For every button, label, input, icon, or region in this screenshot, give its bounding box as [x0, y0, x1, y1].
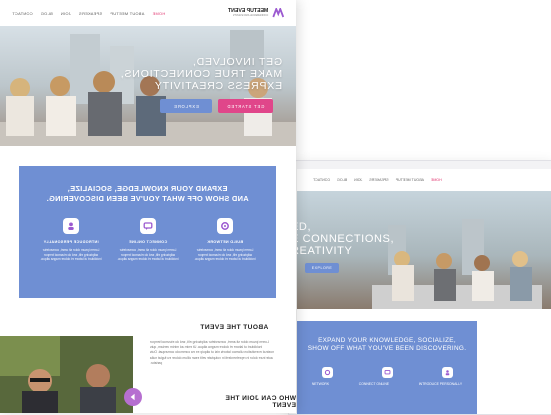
hero-title-line-3: EXPRESS CREATIVITY: [154, 80, 283, 92]
feature-title: CONNECT ONLINE: [128, 240, 168, 244]
nav-item-home[interactable]: HOME: [152, 11, 165, 16]
feature-connect-online: CONNECT ONLINE Lorem ipsum dolor sit ame…: [114, 218, 182, 262]
chat-icon: [381, 367, 393, 378]
laptop-nav-speakers[interactable]: SPEAKERS: [369, 178, 388, 182]
nav-item-about[interactable]: ABOUT MEETUP: [110, 11, 144, 16]
laptop-nav-join[interactable]: JOIN: [354, 178, 362, 182]
page-mockup: HOME ABOUT MEETUP SPEAKERS JOIN BLOG CON…: [0, 0, 296, 413]
hero-section: GET INVOLVED, MAKE TRUE CONNECTIONS, EXP…: [0, 26, 296, 146]
laptop-nav-contact[interactable]: CONTACT: [313, 178, 330, 182]
get-started-button[interactable]: GET STARTED: [218, 99, 273, 113]
hero-title-line-1: GET INVOLVED,: [192, 56, 283, 68]
features-title: EXPAND YOUR KNOWLEDGE, SOCIALIZE, AND SH…: [19, 184, 276, 203]
event-photo: [0, 336, 133, 413]
laptop-band-title: EXPAND YOUR KNOWLEDGE, SOCIALIZE, SHOW O…: [297, 337, 477, 353]
hero-title-line-2: MAKE TRUE CONNECTIONS,: [120, 68, 283, 80]
about-title: ABOUT THE EVENT: [200, 324, 269, 331]
feature-title: BUILD NETWORK: [206, 240, 244, 244]
laptop-band-labels: NETWORK CONNECT ONLINE INTRODUCE PERSONA…: [297, 382, 477, 386]
laptop-hero-title: ED, E CONNECTIONS, REATIVITY: [297, 221, 394, 257]
feature-build-network: BUILD NETWORK Lorem ipsum dolor sit amet…: [191, 218, 259, 262]
explore-button[interactable]: EXPLORE: [160, 99, 212, 113]
network-icon: [321, 367, 333, 378]
laptop-hero-line-3: REATIVITY: [297, 245, 353, 257]
laptop-hero-photo: [372, 219, 542, 309]
play-button[interactable]: [124, 388, 142, 406]
brand-logo[interactable]: MEETUP EVENT CONFERENCE AND EVENTS: [228, 8, 284, 18]
laptop-hero: ED, E CONNECTIONS, REATIVITY EXPLORE: [297, 191, 551, 309]
laptop-band-icons: [297, 367, 477, 378]
laptop-nav-about[interactable]: ABOUT MEETUP: [396, 178, 424, 182]
person-icon: [441, 367, 453, 378]
feature-desc: Lorem ipsum dolor sit amet, consectetur …: [117, 248, 179, 261]
features-title-line-1: EXPAND YOUR KNOWLEDGE, SOCIALIZE,: [67, 184, 228, 193]
laptop-hero-line-2: E CONNECTIONS,: [297, 233, 395, 245]
laptop-feature-label: NETWORK: [311, 382, 330, 386]
brand-tagline: CONFERENCE AND EVENTS: [232, 14, 268, 17]
laptop-feature-label: INTRODUCE PERSONALLY: [418, 382, 463, 386]
laptop-band-line-2: SHOW OFF WHAT YOU'VE BEEN DISCOVERING.: [307, 345, 467, 352]
laptop-nav-blog[interactable]: BLOG: [337, 178, 347, 182]
about-text: Lorem ipsum dolor sit amet, consectetur …: [149, 340, 274, 365]
feature-desc: Lorem ipsum dolor sit amet, consectetur …: [40, 248, 102, 261]
nav-item-contact[interactable]: CONTACT: [12, 11, 33, 16]
nav-item-blog[interactable]: BLOG: [41, 11, 53, 16]
nav-item-join[interactable]: JOIN: [61, 11, 71, 16]
laptop-nav: HOME ABOUT MEETUP SPEAKERS JOIN BLOG CON…: [297, 169, 551, 191]
feature-title: INTRODUCE PERSONALLY: [43, 240, 99, 244]
nav-links: HOME ABOUT MEETUP SPEAKERS JOIN BLOG CON…: [12, 11, 165, 16]
feature-introduce-personally: INTRODUCE PERSONALLY Lorem ipsum dolor s…: [37, 218, 105, 262]
play-icon: [130, 393, 135, 401]
laptop-explore-button[interactable]: EXPLORE: [305, 263, 339, 273]
top-nav: HOME ABOUT MEETUP SPEAKERS JOIN BLOG CON…: [0, 0, 296, 26]
event-photo-art: [0, 336, 133, 413]
about-section: ABOUT THE EVENT Lorem ipsum dolor sit am…: [0, 318, 296, 413]
laptop-hero-line-1: ED,: [297, 221, 312, 233]
features-title-line-2: AND SHOW OFF WHAT YOU'VE BEEN DISCOVERIN…: [46, 193, 249, 203]
chat-icon: [140, 218, 156, 234]
laptop-band: EXPAND YOUR KNOWLEDGE, SOCIALIZE, SHOW O…: [297, 321, 477, 414]
person-icon: [63, 218, 79, 234]
logo-icon: [272, 8, 284, 18]
hero-title: GET INVOLVED, MAKE TRUE CONNECTIONS, EXP…: [120, 56, 282, 92]
nav-item-speakers[interactable]: SPEAKERS: [79, 11, 102, 16]
feature-desc: Lorem ipsum dolor sit amet, consectetur …: [194, 248, 256, 261]
laptop-band-line-1: EXPAND YOUR KNOWLEDGE, SOCIALIZE,: [318, 337, 456, 344]
laptop-nav-home[interactable]: HOME: [431, 178, 442, 182]
laptop-screen: HOME ABOUT MEETUP SPEAKERS JOIN BLOG CON…: [297, 169, 551, 414]
who-title: WHO CAN JOIN THE EVENT: [225, 395, 296, 409]
laptop-mockup: HOME ABOUT MEETUP SPEAKERS JOIN BLOG CON…: [288, 160, 551, 415]
features-band: EXPAND YOUR KNOWLEDGE, SOCIALIZE, AND SH…: [19, 166, 276, 298]
network-icon: [217, 218, 233, 234]
laptop-feature-label: CONNECT ONLINE: [358, 382, 390, 386]
